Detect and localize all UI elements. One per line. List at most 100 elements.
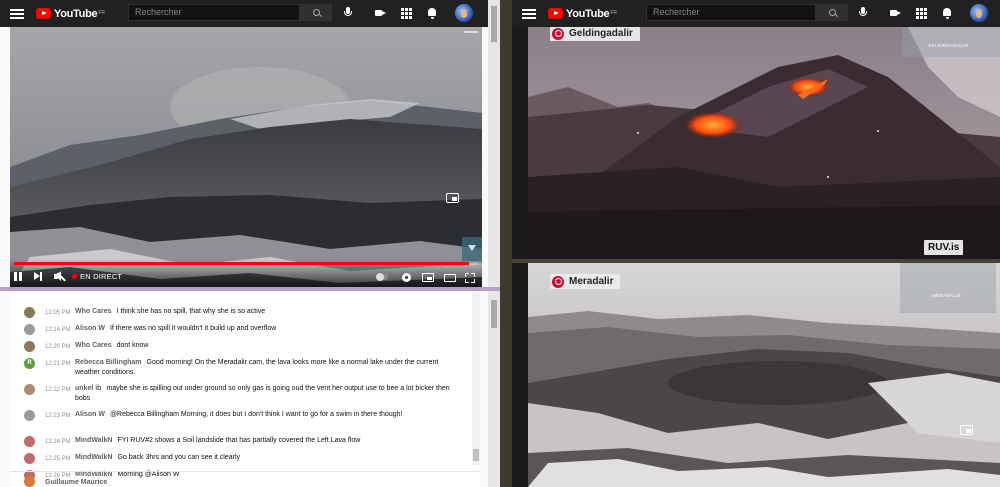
- picture-in-picture-icon[interactable]: [960, 425, 973, 435]
- search-button[interactable]: [300, 4, 332, 21]
- youtube-logo[interactable]: YouTube FR: [548, 8, 617, 20]
- chat-timestamp: 12:14 PM: [45, 327, 71, 333]
- chat-author-name[interactable]: Alison W: [75, 325, 105, 332]
- chat-message-body: Who Cares I think she has no spill, that …: [75, 307, 465, 317]
- chat-author-name[interactable]: Rebecca Billingham: [75, 359, 142, 366]
- chat-message-text: Go back 3hrs and you can see it clearly: [117, 454, 241, 461]
- chat-scrollbar-thumb[interactable]: [473, 449, 479, 461]
- chat-author-avatar[interactable]: [24, 410, 35, 421]
- geldingadalir-label: Geldingadalir: [550, 27, 640, 41]
- ruv-watermark: RUV.is: [924, 240, 964, 255]
- apps-icon[interactable]: [400, 7, 412, 19]
- youtube-play-icon: [36, 8, 51, 19]
- chat-message-text: maybe she is spilling out under ground s…: [75, 385, 450, 402]
- page-scrollbar-thumb-lower[interactable]: [491, 300, 497, 328]
- video-watermark: [464, 31, 478, 33]
- logo-text: YouTube: [54, 7, 98, 20]
- search-icon: [312, 9, 320, 16]
- settings-icon[interactable]: [402, 273, 411, 282]
- logo-region: FR: [98, 9, 105, 16]
- theater-mode-icon[interactable]: [444, 274, 456, 282]
- chat-author-name[interactable]: MindWalkN: [75, 471, 112, 478]
- chat-message-text: FYI RUV#2 shows a Soil landslide that ha…: [117, 437, 361, 444]
- meradalir-video[interactable]: Meradalir MERADALIR: [528, 263, 1000, 487]
- right-youtube-header: YouTube FR Rechercher: [512, 0, 1000, 27]
- chat-author-name[interactable]: unkel ib: [75, 385, 101, 392]
- apps-icon[interactable]: [915, 7, 927, 19]
- left-video-player[interactable]: EN DIRECT: [10, 27, 482, 287]
- chat-author-avatar[interactable]: [24, 384, 35, 395]
- youtube-play-icon: [548, 8, 563, 19]
- account-avatar[interactable]: [970, 4, 988, 22]
- notifications-icon[interactable]: [941, 7, 953, 19]
- chat-author-name[interactable]: Who Cares: [75, 342, 112, 349]
- progress-fill: [14, 262, 469, 265]
- chat-message-text: @Rebecca Billingham Morning, it does but…: [109, 411, 403, 418]
- meradalir-map-inset: [900, 263, 996, 313]
- chat-author-avatar[interactable]: [24, 341, 35, 352]
- ruv-logo-icon: [552, 275, 564, 288]
- live-chat-panel: — — — — — — — — — — — — — — — — — — — — …: [10, 293, 480, 487]
- chat-timestamp: 12:22 PM: [45, 387, 71, 393]
- search-input[interactable]: Rechercher: [128, 4, 300, 21]
- chat-timestamp: 12:20 PM: [45, 344, 71, 350]
- create-video-icon[interactable]: [889, 7, 901, 19]
- geldingadalir-map-inset: [902, 27, 1000, 57]
- menu-icon[interactable]: [10, 8, 24, 19]
- chat-author-name[interactable]: Who Cares: [75, 308, 112, 315]
- page-scrollbar[interactable]: [488, 0, 500, 487]
- chat-author-avatar[interactable]: [24, 453, 35, 464]
- cam-name: Geldingadalir: [569, 28, 633, 39]
- chat-author-avatar[interactable]: [24, 324, 35, 335]
- cam-name: Meradalir: [569, 276, 614, 287]
- menu-icon[interactable]: [522, 8, 536, 19]
- miniplayer-icon[interactable]: [422, 273, 434, 282]
- account-avatar[interactable]: [455, 4, 473, 22]
- mute-icon[interactable]: [54, 271, 61, 281]
- live-label[interactable]: EN DIRECT: [80, 272, 122, 281]
- chat-message-body: unkel ib maybe she is spilling out under …: [75, 384, 465, 404]
- search-bar: Rechercher: [128, 4, 332, 21]
- chat-author-avatar[interactable]: R: [24, 358, 35, 369]
- left-youtube-header: YouTube FR Rechercher: [0, 0, 500, 27]
- logo-text: YouTube: [566, 7, 610, 20]
- player-controls: EN DIRECT: [10, 259, 482, 287]
- notifications-icon[interactable]: [426, 7, 438, 19]
- meradalir-map-label: MERADALIR: [932, 293, 961, 298]
- chat-row-cut-off: — — — — — — — — — — — — — — — — — — — — …: [45, 293, 465, 298]
- voice-search-icon[interactable]: [342, 7, 354, 19]
- left-video-frame: [10, 27, 482, 287]
- chat-message-body: MindWalkN FYI RUV#2 shows a Soil landslid…: [75, 436, 465, 446]
- chat-author-name[interactable]: MindWalkN: [75, 437, 112, 444]
- meradalir-label: Meradalir: [550, 274, 621, 289]
- chat-message-body: MindWalkN Go back 3hrs and you can see it…: [75, 453, 465, 463]
- progress-bar[interactable]: [14, 262, 478, 265]
- chat-timestamp: 12:05 PM: [45, 310, 71, 316]
- geldingadalir-video[interactable]: Geldingadalir GELDINGADALIR RUV.is: [528, 27, 1000, 259]
- chat-author-avatar[interactable]: [24, 307, 35, 318]
- next-icon[interactable]: [34, 271, 42, 281]
- chat-message-body: Alison W @Rebecca Billingham Morning, it …: [75, 410, 465, 420]
- create-video-icon[interactable]: [374, 7, 386, 19]
- geldingadalir-frame: [528, 27, 1000, 259]
- search-icon: [828, 9, 836, 16]
- page-scrollbar-thumb[interactable]: [491, 6, 497, 42]
- left-browser-window: YouTube FR Rechercher EN DIRECT 12:05 PM…: [0, 0, 500, 487]
- search-button[interactable]: [816, 4, 848, 21]
- chat-timestamp: 12:23 PM: [45, 413, 71, 419]
- right-browser-window: YouTube FR Rechercher Geldingadalir GELD…: [512, 0, 1000, 487]
- chat-message-body: Who Cares dont know: [75, 341, 465, 351]
- chat-author-name[interactable]: MindWalkN: [75, 454, 112, 461]
- picture-in-picture-icon[interactable]: [446, 193, 459, 203]
- chat-author-avatar[interactable]: [24, 436, 35, 447]
- pause-icon[interactable]: [14, 272, 22, 281]
- logo-region: FR: [610, 9, 617, 16]
- chat-message-body: Rebecca Billingham Good morning! On the M…: [75, 358, 465, 378]
- youtube-logo[interactable]: YouTube FR: [36, 8, 105, 20]
- fullscreen-icon[interactable]: [465, 273, 475, 283]
- chat-author-name[interactable]: Alison W: [75, 411, 105, 418]
- voice-search-icon[interactable]: [857, 7, 869, 19]
- chat-scrollbar[interactable]: [472, 293, 480, 465]
- autoplay-toggle[interactable]: [376, 273, 388, 281]
- search-input[interactable]: Rechercher: [646, 4, 816, 21]
